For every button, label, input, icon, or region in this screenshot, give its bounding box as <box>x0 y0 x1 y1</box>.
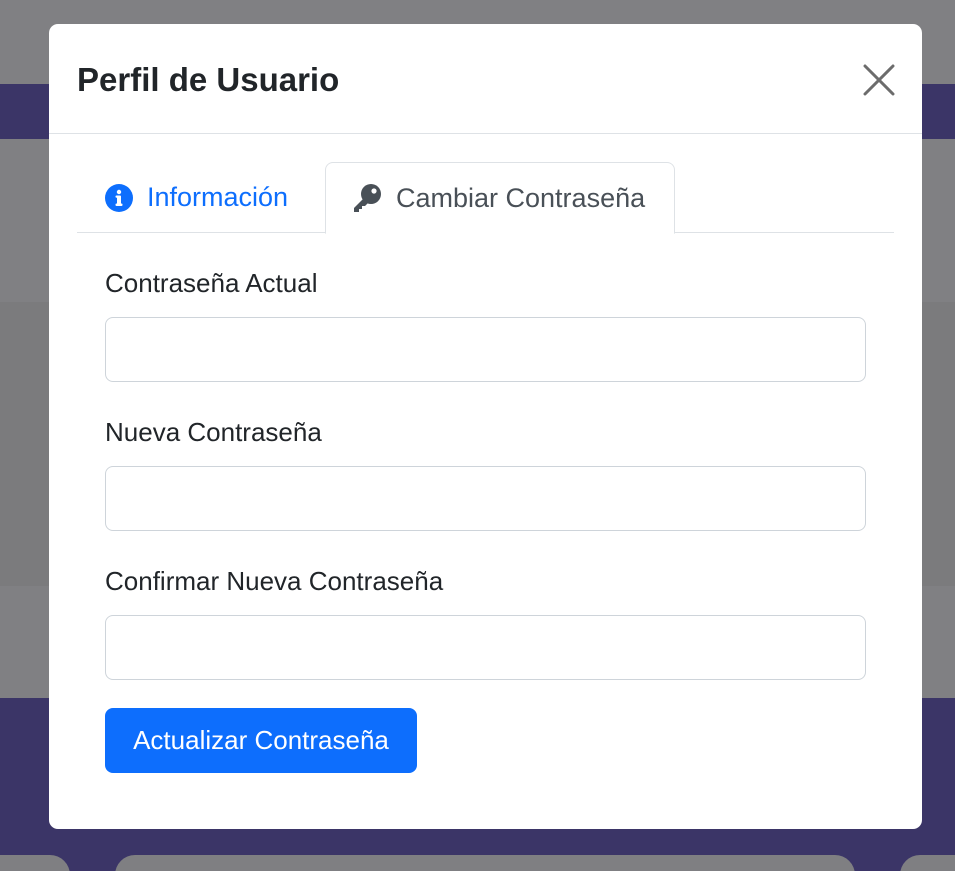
tab-change-password-label: Cambiar Contraseña <box>396 182 646 213</box>
key-icon <box>352 183 382 213</box>
modal-body: Información Cambiar Contraseña Contraseñ… <box>49 134 922 828</box>
modal-title: Perfil de Usuario <box>77 61 340 98</box>
backdrop-pill <box>900 855 955 871</box>
info-circle-icon <box>105 183 133 212</box>
profile-tabs: Información Cambiar Contraseña <box>77 162 894 234</box>
close-button[interactable] <box>860 61 898 99</box>
backdrop-pill <box>0 855 70 871</box>
tab-information[interactable]: Información <box>77 162 325 233</box>
confirm-password-label: Confirmar Nueva Contraseña <box>105 566 444 596</box>
update-password-button[interactable]: Actualizar Contraseña <box>105 708 417 773</box>
new-password-field[interactable] <box>105 466 866 531</box>
close-icon <box>863 64 895 96</box>
current-password-field[interactable] <box>105 317 866 382</box>
new-password-label: Nueva Contraseña <box>105 417 322 447</box>
current-password-label: Contraseña Actual <box>105 268 318 298</box>
backdrop-pill <box>115 855 855 871</box>
tab-information-label: Información <box>147 182 289 212</box>
modal-header: Perfil de Usuario <box>49 24 922 134</box>
confirm-password-field[interactable] <box>105 615 866 680</box>
tab-change-password[interactable]: Cambiar Contraseña <box>325 162 675 234</box>
user-profile-modal: Perfil de Usuario Información Cambiar Co… <box>49 24 922 829</box>
